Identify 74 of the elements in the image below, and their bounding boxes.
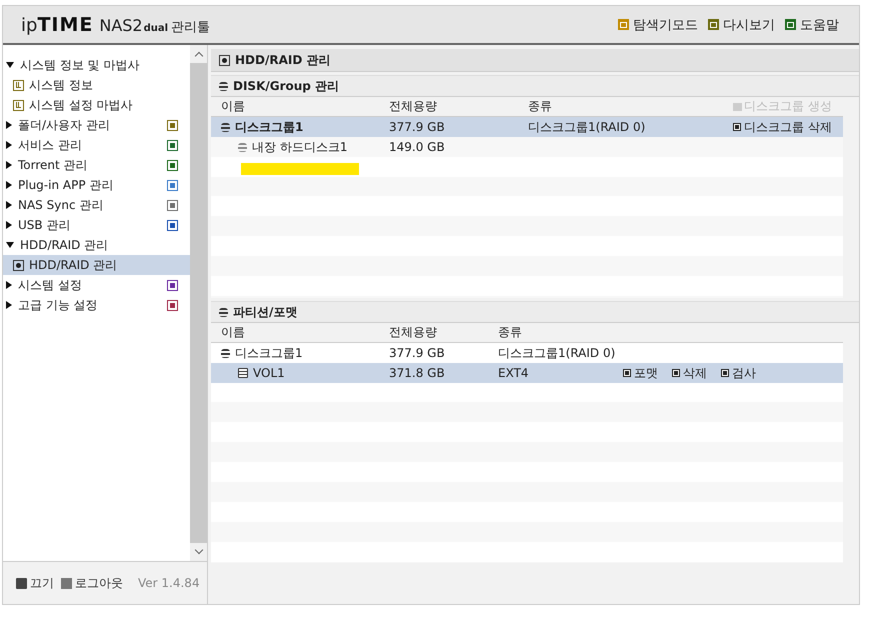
row-action-link[interactable]: 포맷 <box>623 364 658 382</box>
collapsed-arrow-icon[interactable] <box>6 201 12 209</box>
table-cell-text: 디스크그룹1(RAID 0) <box>528 118 646 136</box>
logout-link[interactable]: 로그아웃 <box>75 574 123 592</box>
collapsed-arrow-icon[interactable] <box>6 161 12 169</box>
collapsed-arrow-icon[interactable] <box>6 221 12 229</box>
header-link[interactable]: 도움말 <box>800 16 839 34</box>
column-header: 이름 <box>221 324 246 341</box>
header-link[interactable]: 다시보기 <box>723 16 775 34</box>
row-action-link[interactable]: 디스크그룹 삭제 <box>733 118 832 136</box>
table-cell-text: 371.8 GB <box>389 366 446 380</box>
volume-icon <box>238 368 248 378</box>
menu-item[interactable]: Plug-in APP 관리 <box>18 176 167 194</box>
power-off-link[interactable]: 끄기 <box>30 574 54 592</box>
hdd-icon <box>238 142 247 152</box>
table-cell-text: 149.0 GB <box>389 140 446 154</box>
table-cell: VOL1 <box>253 366 285 380</box>
table-row[interactable]: VOL1 371.8 GB EXT4 포맷 삭제 검사 <box>211 363 843 383</box>
collapsed-arrow-icon[interactable] <box>6 181 12 189</box>
menu-item[interactable]: Torrent 관리 <box>18 156 167 174</box>
menu-item[interactable]: HDD/RAID 관리 <box>20 236 190 254</box>
panel-title: HDD/RAID 관리 <box>235 52 330 68</box>
collapsed-arrow-icon[interactable] <box>6 141 12 149</box>
chart-icon <box>13 80 24 90</box>
table-cell: 내장 하드디스크1 <box>252 138 348 156</box>
expanded-arrow-icon[interactable] <box>6 62 14 68</box>
row-action-link[interactable]: 삭제 <box>672 364 707 382</box>
logo-text: ip <box>21 14 38 36</box>
menu-item[interactable]: NAS Sync 관리 <box>18 196 167 214</box>
table-cell: 디스크그룹1 <box>235 344 303 362</box>
row-action-link[interactable]: 검사 <box>721 364 756 382</box>
menu-item[interactable]: 서비스 관리 <box>18 136 167 154</box>
menu-item[interactable]: 시스템 설정 <box>18 276 167 294</box>
menu-item[interactable]: 고급 기능 설정 <box>18 296 167 314</box>
table-cell-text: 377.9 GB <box>389 346 446 360</box>
collapsed-arrow-icon[interactable] <box>6 121 12 129</box>
disk-stack-icon <box>221 348 230 358</box>
collapsed-arrow-icon[interactable] <box>6 301 12 309</box>
submenu-item[interactable]: 시스템 정보 <box>3 75 190 95</box>
section-title: DISK/Group 관리 <box>233 78 340 94</box>
disk-stack-icon <box>219 82 228 90</box>
submenu-item[interactable]: HDD/RAID 관리 <box>3 255 190 275</box>
menu-item[interactable]: 시스템 정보 및 마법사 <box>20 56 190 74</box>
table-row[interactable]: 디스크그룹1 377.9 GB 디스크그룹1(RAID 0) 디스크그룹 삭제 <box>211 117 843 137</box>
table-cell-text: 377.9 GB <box>389 120 446 134</box>
disk-icon <box>13 260 24 270</box>
column-header: 전체용량 <box>389 324 438 341</box>
version-text: Ver 1.4.84 <box>138 576 200 590</box>
help-icon[interactable] <box>785 19 796 30</box>
submenu-item[interactable]: 시스템 설정 마법사 <box>3 95 190 115</box>
app-title: 관리툴 <box>171 18 210 36</box>
column-header: 종류 <box>528 98 553 115</box>
disk-stack-icon <box>221 122 230 132</box>
table-cell: 디스크그룹1 <box>235 118 304 136</box>
column-header: 전체용량 <box>389 98 438 115</box>
collapsed-arrow-icon[interactable] <box>6 281 12 289</box>
expanded-arrow-icon[interactable] <box>6 242 14 248</box>
column-header: 이름 <box>221 98 246 115</box>
table-cell-text: 디스크그룹1(RAID 0) <box>498 344 616 362</box>
model-suffix: dual <box>144 22 168 34</box>
column-header: 종류 <box>498 324 523 341</box>
chart-icon <box>13 100 24 110</box>
disk-icon <box>219 54 230 66</box>
model-name: NAS2 <box>99 16 143 34</box>
section-title: 파티션/포맷 <box>233 304 298 320</box>
scrollbar[interactable] <box>190 45 207 561</box>
refresh-icon[interactable] <box>708 19 719 30</box>
logo-text: TIME <box>37 14 94 36</box>
header-link[interactable]: 탐색기모드 <box>633 16 698 34</box>
table-cell-text: EXT4 <box>498 366 530 380</box>
menu-item[interactable]: USB 관리 <box>18 216 167 234</box>
disk-stack-icon <box>219 308 228 316</box>
menu-item[interactable]: 폴더/사용자 관리 <box>18 116 167 134</box>
folder-icon[interactable] <box>618 19 629 30</box>
